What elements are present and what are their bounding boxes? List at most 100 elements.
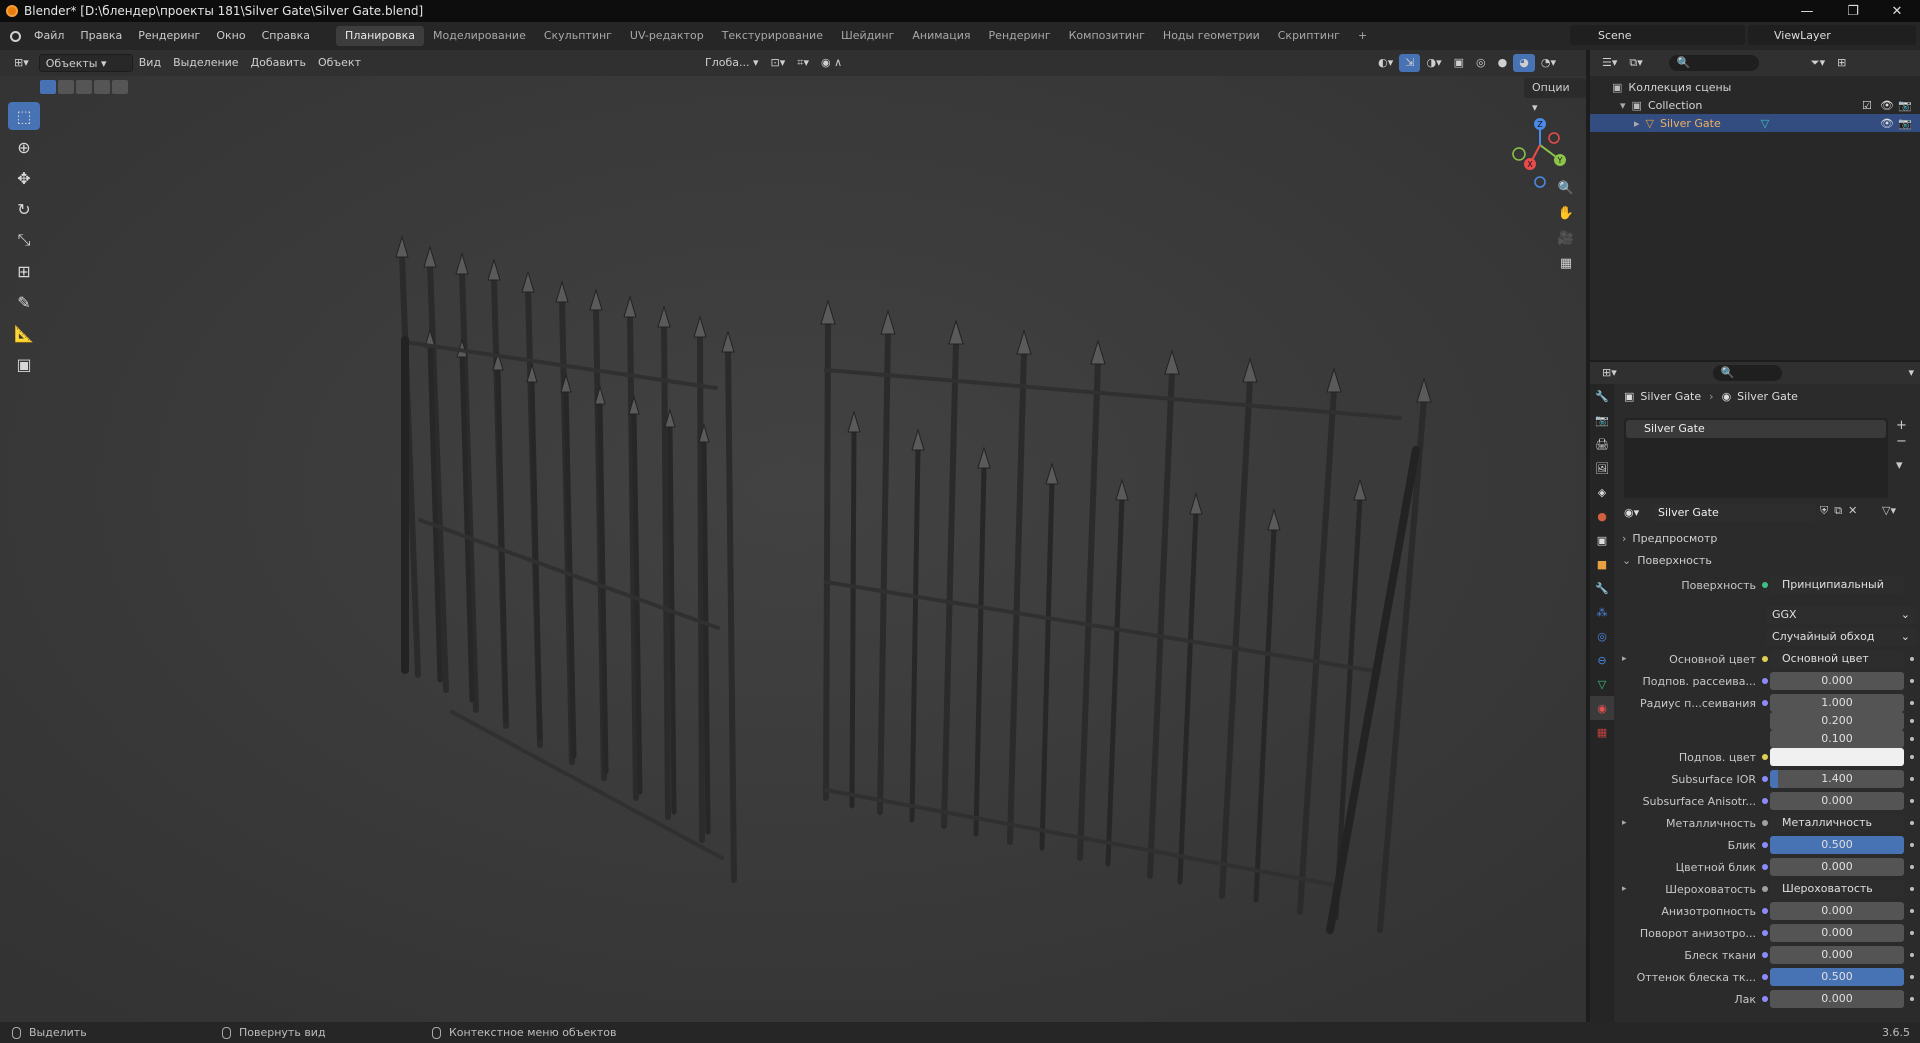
keyframe-dot-icon[interactable] xyxy=(1910,777,1914,781)
keyframe-dot-icon[interactable] xyxy=(1910,931,1914,935)
menu-select[interactable]: Выделение xyxy=(167,54,245,72)
minimize-button[interactable]: — xyxy=(1784,0,1830,22)
constraints-tab-icon[interactable]: ⊖ xyxy=(1590,648,1614,672)
keyframe-dot-icon[interactable] xyxy=(1910,755,1914,759)
number-field[interactable]: 0.000 xyxy=(1770,924,1904,942)
expand-arrow-icon[interactable]: ▾ xyxy=(1620,99,1626,112)
socket-icon[interactable] xyxy=(1762,656,1768,662)
object-tab-icon[interactable]: ■ xyxy=(1590,552,1614,576)
number-field[interactable]: 0.000 xyxy=(1770,990,1904,1008)
close-button[interactable]: ✕ xyxy=(1874,0,1920,22)
keyframe-dot-icon[interactable] xyxy=(1910,843,1914,847)
expand-arrow-icon[interactable]: ▸ xyxy=(1622,654,1627,664)
keyframe-dot-icon[interactable] xyxy=(1910,865,1914,869)
number-field[interactable]: 0.500 xyxy=(1770,836,1904,854)
linked-input-field[interactable]: Металличность xyxy=(1770,814,1904,832)
mode-dropdown[interactable]: Объекты ▾ xyxy=(38,54,133,72)
expand-arrow-icon[interactable]: ▸ xyxy=(1622,818,1627,828)
socket-icon[interactable] xyxy=(1762,908,1768,914)
number-field[interactable]: 1.400 xyxy=(1770,770,1904,788)
display-mode-icon[interactable]: ⧉▾ xyxy=(1623,54,1648,72)
socket-icon[interactable] xyxy=(1762,776,1768,782)
tab-modeling[interactable]: Моделирование xyxy=(424,26,535,46)
select-extend-icon[interactable] xyxy=(58,80,74,94)
mesh-data-icon[interactable]: ▽ xyxy=(1761,117,1769,130)
menu-file[interactable]: Файл xyxy=(26,26,72,46)
output-tab-icon[interactable]: 🖨 xyxy=(1590,432,1614,456)
outliner-collection[interactable]: ▾ ▣ Collection ☑ 👁 📷 xyxy=(1590,96,1920,114)
keyframe-dot-icon[interactable] xyxy=(1910,657,1914,661)
distribution-dropdown[interactable]: GGX ⌄ xyxy=(1766,606,1916,624)
maximize-button[interactable]: ❐ xyxy=(1830,0,1876,22)
tab-shading[interactable]: Шейдинг xyxy=(832,26,903,46)
snap-icon[interactable]: ⌗▾ xyxy=(791,54,815,72)
remove-slot-button[interactable]: − xyxy=(1896,434,1907,450)
outliner-object-silver-gate[interactable]: ▸ ▽ Silver Gate ▽ 👁 📷 xyxy=(1590,114,1920,132)
outliner-editor-icon[interactable]: ☰▾ xyxy=(1596,54,1623,72)
blender-menu-icon[interactable] xyxy=(4,26,26,46)
number-field[interactable]: 0.000 xyxy=(1770,858,1904,876)
material-tab-icon[interactable]: ◉ xyxy=(1590,696,1614,720)
physics-tab-icon[interactable]: ◎ xyxy=(1590,624,1614,648)
number-field[interactable]: 0.100 xyxy=(1770,730,1904,748)
color-swatch[interactable] xyxy=(1770,748,1904,766)
number-field[interactable]: 1.000 xyxy=(1770,694,1904,712)
socket-icon[interactable] xyxy=(1762,974,1768,980)
3d-viewport[interactable]: ⊞▾ Объекты ▾ Вид Выделение Добавить Объе… xyxy=(0,50,1586,1022)
tab-animation[interactable]: Анимация xyxy=(903,26,979,46)
keyframe-dot-icon[interactable] xyxy=(1910,887,1914,891)
visibility-eye-icon[interactable]: 👁 xyxy=(1880,99,1894,112)
cursor-tool-icon[interactable]: ⊕ xyxy=(8,133,40,161)
socket-icon[interactable] xyxy=(1762,700,1768,706)
menu-window[interactable]: Окно xyxy=(208,26,253,46)
proportional-edit-icon[interactable]: ◉ ∧ xyxy=(815,54,848,72)
socket-icon[interactable] xyxy=(1762,798,1768,804)
perspective-toggle-icon[interactable]: ▦ xyxy=(1554,251,1578,275)
surface-shader-field[interactable]: Принципиальный BSDF xyxy=(1770,576,1904,594)
keyframe-dot-icon[interactable] xyxy=(1910,975,1914,979)
socket-icon[interactable] xyxy=(1762,754,1768,760)
menu-help[interactable]: Справка xyxy=(254,26,318,46)
number-field[interactable]: 0.200 xyxy=(1770,712,1904,730)
fake-user-shield-icon[interactable]: ⛨ xyxy=(1820,504,1834,517)
particles-tab-icon[interactable]: ⁂ xyxy=(1590,600,1614,624)
scene-tab-icon[interactable]: ◈ xyxy=(1590,480,1614,504)
tab-sculpting[interactable]: Скульптинг xyxy=(535,26,621,46)
pan-hand-icon[interactable]: ✋ xyxy=(1554,201,1578,225)
add-cube-tool-icon[interactable]: ▣ xyxy=(8,350,40,378)
socket-icon[interactable] xyxy=(1762,996,1768,1002)
render-tab-icon[interactable]: 📷 xyxy=(1590,408,1614,432)
solid-shading-icon[interactable]: ● xyxy=(1492,54,1514,72)
keyframe-dot-icon[interactable] xyxy=(1910,997,1914,1001)
number-field[interactable]: 0.000 xyxy=(1770,672,1904,690)
socket-icon[interactable] xyxy=(1762,842,1768,848)
zoom-icon[interactable]: 🔍 xyxy=(1554,176,1578,200)
visibility-icon[interactable]: ◐▾ xyxy=(1372,54,1399,72)
properties-editor-icon[interactable]: ⊞▾ xyxy=(1596,364,1623,382)
filter-icon[interactable]: ⏷▾ xyxy=(1805,54,1831,72)
overlay-icon[interactable]: ◑▾ xyxy=(1420,54,1447,72)
tab-rendering[interactable]: Рендеринг xyxy=(980,26,1060,46)
socket-icon[interactable] xyxy=(1762,820,1768,826)
section-surface[interactable]: ⌄ Поверхность xyxy=(1616,550,1916,570)
expand-arrow-icon[interactable]: ▸ xyxy=(1634,117,1640,130)
select-intersect-icon[interactable] xyxy=(112,80,128,94)
linked-input-field[interactable]: Основной цвет xyxy=(1770,650,1904,668)
pivot-icon[interactable]: ⊡▾ xyxy=(765,54,792,72)
gizmo-toggle-icon[interactable]: ⇲ xyxy=(1399,54,1421,72)
keyframe-dot-icon[interactable] xyxy=(1910,953,1914,957)
tab-compositing[interactable]: Композитинг xyxy=(1060,26,1154,46)
collapse-icon[interactable]: ▾ xyxy=(1902,364,1920,382)
menu-add[interactable]: Добавить xyxy=(245,54,312,72)
keyframe-dot-icon[interactable] xyxy=(1910,679,1914,683)
properties-search-input[interactable]: 🔍 xyxy=(1712,365,1783,381)
xray-icon[interactable]: ▣ xyxy=(1448,54,1470,72)
collection-tab-icon[interactable]: ▣ xyxy=(1590,528,1614,552)
world-tab-icon[interactable]: ● xyxy=(1590,504,1614,528)
keyframe-dot-icon[interactable] xyxy=(1910,701,1914,705)
rendered-shading-icon[interactable]: ◔▾ xyxy=(1535,54,1562,72)
visibility-eye-icon[interactable]: 👁 xyxy=(1880,117,1894,130)
view-layer-selector[interactable]: ViewLayer xyxy=(1748,25,1916,45)
tool-tab-icon[interactable]: 🔧 xyxy=(1590,384,1614,408)
render-camera-icon[interactable]: 📷 xyxy=(1898,117,1912,130)
